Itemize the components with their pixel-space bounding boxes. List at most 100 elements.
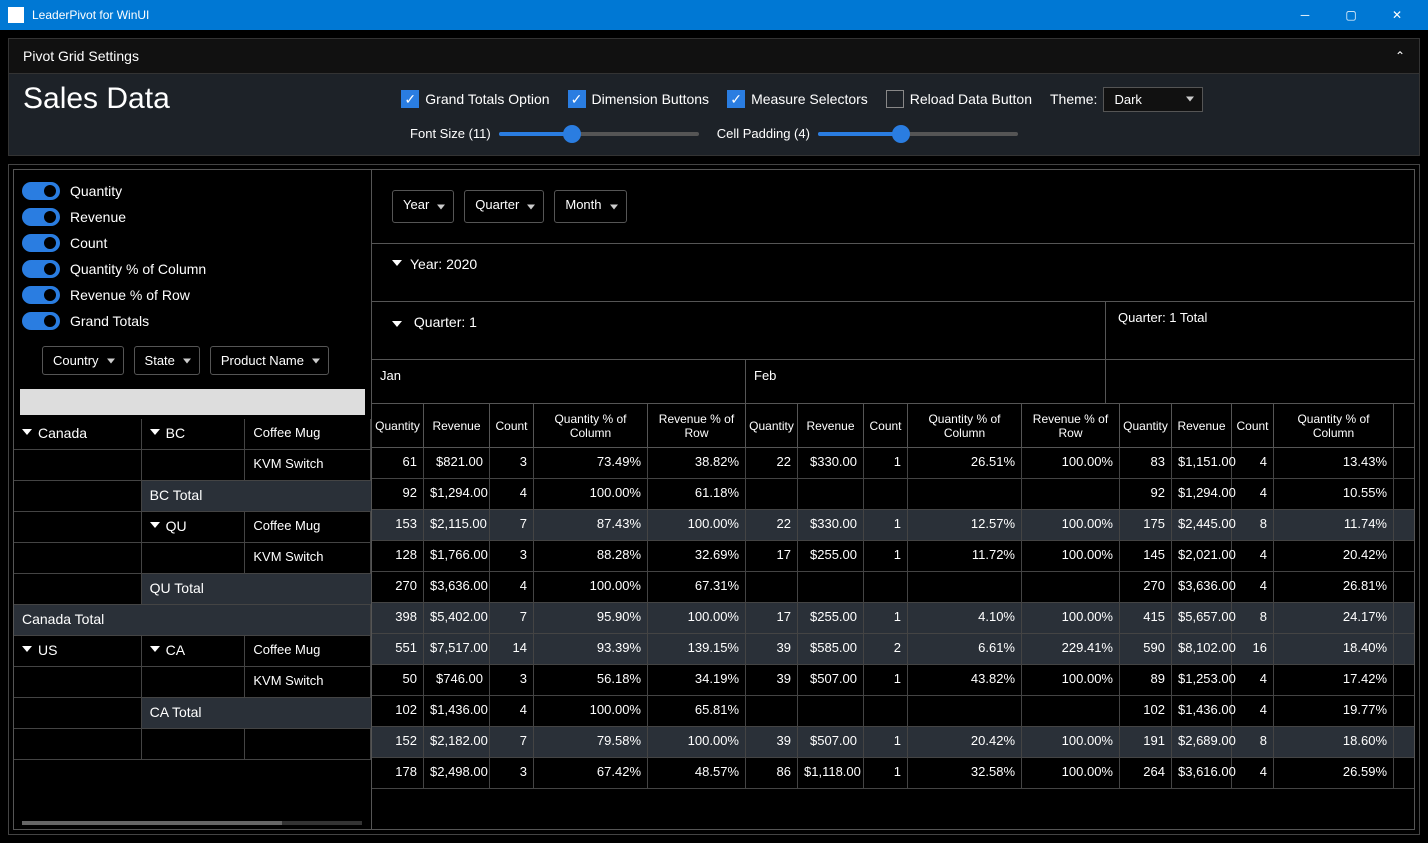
- year-header-label: Year: 2020: [410, 256, 477, 272]
- maximize-button[interactable]: ▢: [1328, 0, 1374, 30]
- quarter-header[interactable]: Quarter: 1: [372, 302, 1106, 359]
- data-cell: 551: [372, 634, 424, 664]
- data-cell: $2,445.00: [1172, 510, 1232, 540]
- close-button[interactable]: ✕: [1374, 0, 1420, 30]
- minimize-button[interactable]: ─: [1282, 0, 1328, 30]
- year-header[interactable]: Year: 2020: [372, 244, 1414, 302]
- data-cell: 270: [1120, 572, 1172, 602]
- measure-toggle[interactable]: Revenue: [22, 208, 363, 226]
- data-cell: 178: [372, 758, 424, 788]
- toggle-icon: [22, 286, 60, 304]
- column-header: Revenue % of Row: [1022, 404, 1120, 447]
- row-header: QUCoffee Mug: [14, 512, 371, 543]
- quarter-total-header: Quarter: 1 Total: [1106, 302, 1414, 359]
- measure-label: Revenue: [70, 209, 126, 225]
- table-row: 178$2,498.00367.42%48.57%86$1,118.00132.…: [372, 758, 1414, 789]
- col-dimension-button[interactable]: Quarter: [464, 190, 544, 223]
- data-cell: 26.51%: [908, 448, 1022, 478]
- data-cell: 3: [490, 665, 534, 695]
- data-cell: 100.00%: [1022, 541, 1120, 571]
- row-header: BC Total: [14, 481, 371, 512]
- data-cell: 39: [746, 634, 798, 664]
- theme-dropdown[interactable]: Dark: [1103, 87, 1203, 112]
- data-cell: 61.18%: [648, 479, 746, 509]
- grand-totals-checkbox[interactable]: ✓ Grand Totals Option: [401, 90, 549, 108]
- data-cell: $330.00: [798, 510, 864, 540]
- horizontal-scrollbar[interactable]: [22, 821, 362, 825]
- chevron-down-icon[interactable]: [150, 646, 160, 652]
- measure-selectors-checkbox[interactable]: ✓ Measure Selectors: [727, 90, 868, 108]
- settings-expander-header[interactable]: Pivot Grid Settings ⌃: [8, 38, 1420, 74]
- measure-selectors-label: Measure Selectors: [751, 91, 868, 107]
- row-header: QU Total: [14, 574, 371, 605]
- column-header: Count: [864, 404, 908, 447]
- row-header: CanadaBCCoffee Mug: [14, 419, 371, 450]
- data-cell: [1022, 479, 1120, 509]
- col-dimension-button[interactable]: Year: [392, 190, 454, 223]
- check-icon: ✓: [401, 90, 419, 108]
- quarter-header-label: Quarter: 1: [414, 314, 477, 330]
- data-cell: $3,636.00: [1172, 572, 1232, 602]
- table-row: 92$1,294.004100.00%61.18%92$1,294.00410.…: [372, 479, 1414, 510]
- titlebar: LeaderPivot for WinUI ─ ▢ ✕: [0, 0, 1428, 30]
- data-cell: 32.69%: [648, 541, 746, 571]
- data-cell: 100.00%: [1022, 603, 1120, 633]
- font-size-slider[interactable]: [499, 132, 699, 136]
- toggle-icon: [22, 208, 60, 226]
- data-cell: 22: [746, 448, 798, 478]
- data-cell: $1,436.00: [424, 696, 490, 726]
- chevron-down-icon[interactable]: [150, 522, 160, 528]
- data-cell: 16: [1232, 634, 1274, 664]
- state-total-label: BC Total: [142, 481, 371, 511]
- slider-thumb-icon: [563, 125, 581, 143]
- data-cell: 1: [864, 541, 908, 571]
- cell-padding-slider[interactable]: [818, 132, 1018, 136]
- data-cell: 10.55%: [1274, 479, 1394, 509]
- table-row: 152$2,182.00779.58%100.00%39$507.00120.4…: [372, 727, 1414, 758]
- data-cell: $5,402.00: [424, 603, 490, 633]
- chevron-down-icon[interactable]: [22, 429, 32, 435]
- data-cell: 93.39%: [534, 634, 648, 664]
- chevron-down-icon[interactable]: [22, 646, 32, 652]
- row-dimension-button[interactable]: Product Name: [210, 346, 329, 375]
- data-cell: 26.59%: [1274, 758, 1394, 788]
- data-cell: 19.77%: [1274, 696, 1394, 726]
- reload-data-checkbox[interactable]: Reload Data Button: [886, 90, 1032, 108]
- row-header: CA Total: [14, 698, 371, 729]
- data-cell: 1: [864, 727, 908, 757]
- data-cell: [746, 572, 798, 602]
- dimension-buttons-checkbox[interactable]: ✓ Dimension Buttons: [568, 90, 710, 108]
- search-input[interactable]: [20, 389, 365, 415]
- measure-toggle[interactable]: Grand Totals: [22, 312, 363, 330]
- country-total-label: Canada Total: [14, 605, 371, 635]
- table-row: 270$3,636.004100.00%67.31%270$3,636.0042…: [372, 572, 1414, 603]
- measure-toggle[interactable]: Revenue % of Row: [22, 286, 363, 304]
- row-header: [14, 729, 371, 760]
- data-cell: 100.00%: [1022, 727, 1120, 757]
- data-cell: 67.42%: [534, 758, 648, 788]
- data-cell: 1: [864, 510, 908, 540]
- data-cell: 88.28%: [534, 541, 648, 571]
- measure-toggle[interactable]: Quantity: [22, 182, 363, 200]
- measure-toggle[interactable]: Count: [22, 234, 363, 252]
- table-row: 153$2,115.00787.43%100.00%22$330.00112.5…: [372, 510, 1414, 541]
- table-row: 551$7,517.001493.39%139.15%39$585.0026.6…: [372, 634, 1414, 665]
- state-label: BC: [166, 425, 185, 441]
- data-cell: 2: [864, 634, 908, 664]
- right-panel: Year Quarter Month Year: 2020 Quarter: 1 Q…: [372, 170, 1414, 829]
- row-dimension-button[interactable]: State: [134, 346, 200, 375]
- col-dimension-button[interactable]: Month: [554, 190, 626, 223]
- row-dimension-button[interactable]: Country: [42, 346, 124, 375]
- data-cell: $5,657.00: [1172, 603, 1232, 633]
- data-cell: [864, 696, 908, 726]
- data-cell: 4: [1232, 758, 1274, 788]
- app-icon: [8, 7, 24, 23]
- data-cell: $507.00: [798, 665, 864, 695]
- measure-toggle[interactable]: Quantity % of Column: [22, 260, 363, 278]
- chevron-down-icon[interactable]: [150, 429, 160, 435]
- data-cell: 50: [372, 665, 424, 695]
- data-cell: 38.82%: [648, 448, 746, 478]
- table-row: 102$1,436.004100.00%65.81%102$1,436.0041…: [372, 696, 1414, 727]
- data-cell: 4: [1232, 541, 1274, 571]
- data-cell: 39: [746, 727, 798, 757]
